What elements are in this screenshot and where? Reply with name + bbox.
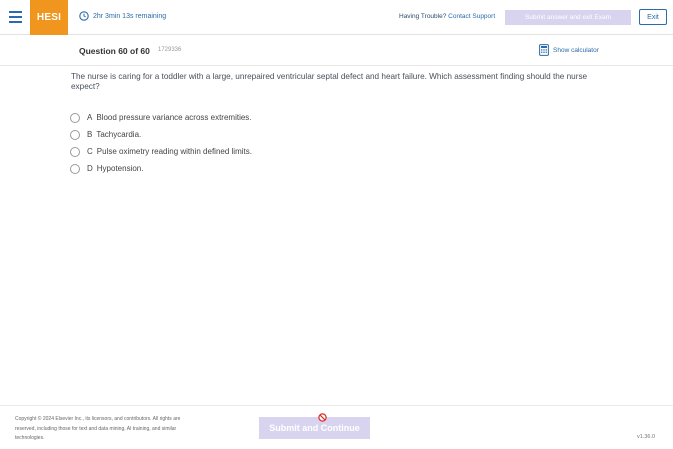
copyright-text: Copyright © 2024 Elsevier Inc., its lice… bbox=[15, 416, 181, 441]
option-letter: B bbox=[87, 130, 93, 139]
question-number: Question 60 of 60 bbox=[79, 46, 150, 56]
not-allowed-icon bbox=[318, 413, 327, 422]
option-letter: D bbox=[87, 164, 93, 173]
timer: 2hr 3min 13s remaining bbox=[79, 11, 166, 21]
hesi-logo: HESI bbox=[30, 0, 68, 35]
trouble-text: Having Trouble? bbox=[399, 13, 447, 20]
footer: Copyright © 2024 Elsevier Inc., its lice… bbox=[0, 405, 673, 449]
exit-button[interactable]: Exit bbox=[639, 9, 667, 25]
option-text: Blood pressure variance across extremiti… bbox=[96, 113, 252, 122]
question-stem: The nurse is caring for a toddler with a… bbox=[71, 72, 588, 91]
timer-text: 2hr 3min 13s remaining bbox=[93, 12, 167, 20]
option-text: Pulse oximetry reading within defined li… bbox=[96, 147, 252, 156]
show-calculator-label: Show calculator bbox=[553, 46, 599, 54]
submit-and-continue-button[interactable]: Submit and Continue bbox=[259, 417, 370, 439]
show-calculator-button[interactable]: Show calculator bbox=[539, 44, 599, 56]
support-area: Having Trouble? Contact Support bbox=[399, 13, 495, 20]
option-letter: C bbox=[87, 147, 93, 156]
calculator-icon bbox=[539, 44, 549, 56]
submit-exam-button[interactable]: Submit answer and exit Exam bbox=[505, 10, 631, 25]
option-text: Hypotension. bbox=[96, 164, 144, 173]
radio-button[interactable] bbox=[70, 129, 80, 140]
contact-support-link[interactable]: Contact Support bbox=[448, 13, 495, 20]
clock-icon bbox=[79, 11, 89, 21]
option-d[interactable]: D Hypotension. bbox=[70, 160, 252, 177]
question-id: 1729336 bbox=[158, 47, 182, 53]
top-bar: HESI 2hr 3min 13s remaining Having Troub… bbox=[0, 0, 673, 35]
radio-button[interactable] bbox=[70, 146, 80, 157]
question-header: Question 60 of 60 1729336 Show calculato… bbox=[0, 36, 673, 66]
radio-button[interactable] bbox=[70, 163, 80, 174]
version-label: v1.36.0 bbox=[637, 434, 656, 440]
radio-button[interactable] bbox=[70, 112, 80, 123]
option-c[interactable]: C Pulse oximetry reading within defined … bbox=[70, 143, 252, 160]
answer-options: A Blood pressure variance across extremi… bbox=[70, 109, 252, 177]
option-b[interactable]: B Tachycardia. bbox=[70, 126, 252, 143]
option-letter: A bbox=[87, 113, 93, 122]
option-a[interactable]: A Blood pressure variance across extremi… bbox=[70, 109, 252, 126]
menu-icon[interactable] bbox=[9, 11, 22, 23]
option-text: Tachycardia. bbox=[96, 130, 142, 139]
